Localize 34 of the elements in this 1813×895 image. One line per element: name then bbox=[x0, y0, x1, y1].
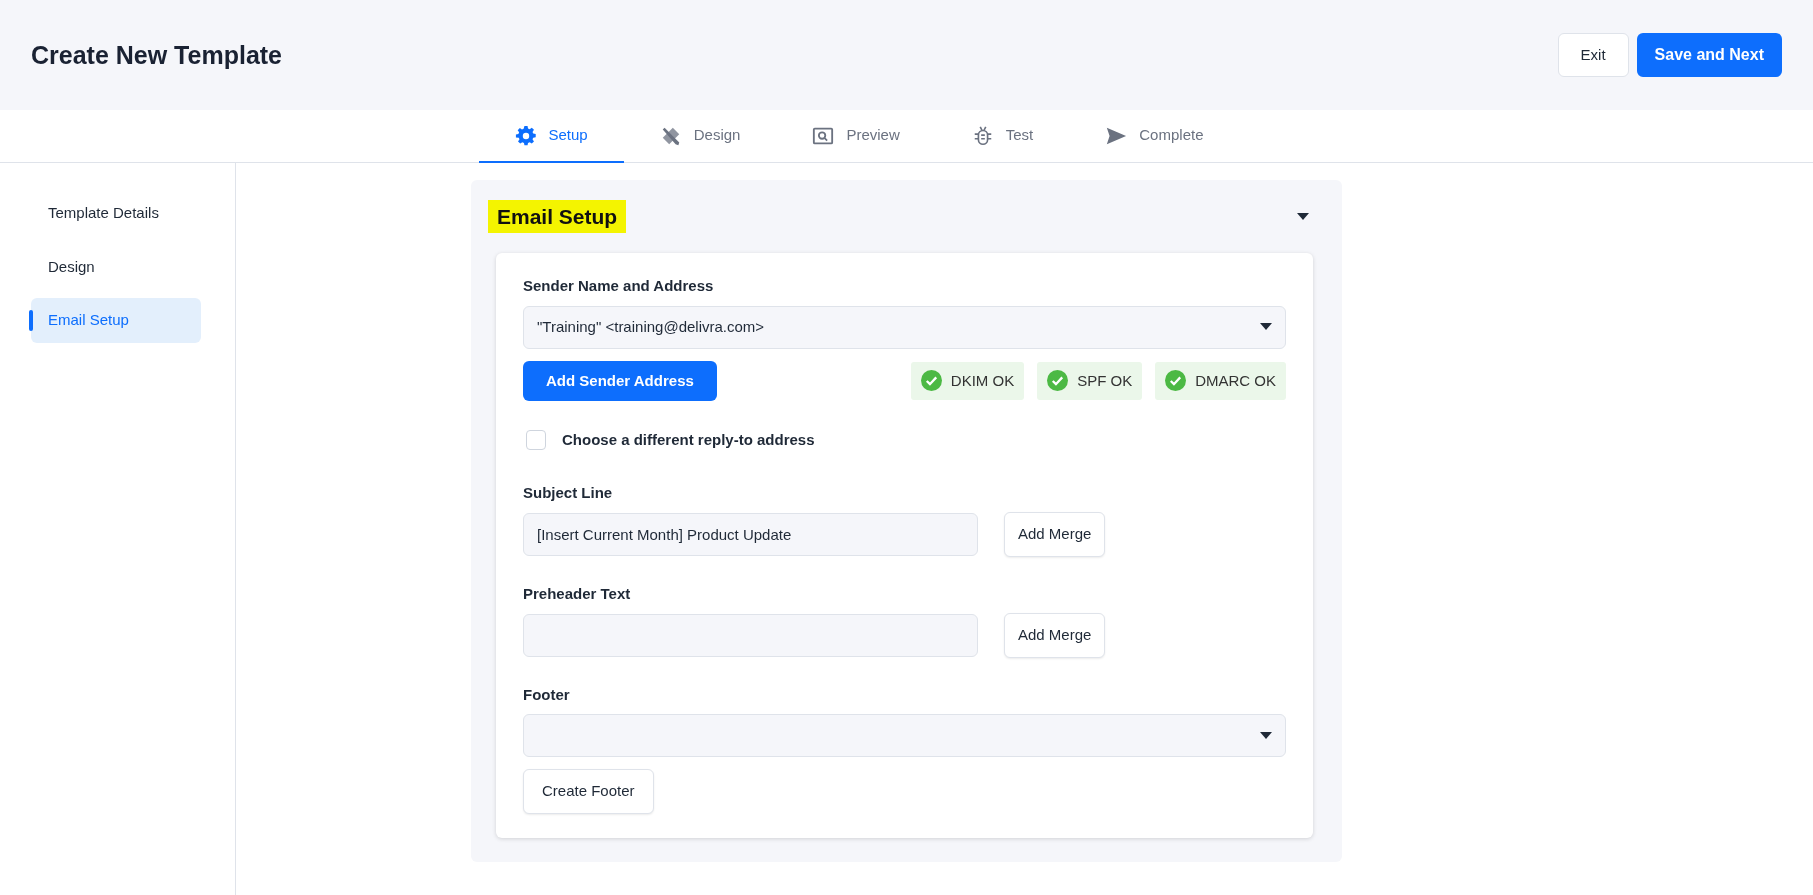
sidebar-item[interactable]: Design bbox=[31, 244, 201, 289]
dropdown-caret-icon bbox=[1260, 731, 1272, 740]
step-tab[interactable]: Preview bbox=[776, 110, 936, 163]
status-badge: SPF OK bbox=[1037, 361, 1143, 401]
step-tab[interactable]: Complete bbox=[1069, 110, 1240, 163]
save-next-button[interactable]: Save and Next bbox=[1636, 32, 1782, 78]
sidebar-item[interactable]: Email Setup bbox=[31, 298, 201, 343]
field-label: Preheader Text bbox=[523, 583, 632, 604]
step-tab[interactable]: Test bbox=[935, 110, 1070, 163]
add-sender-button[interactable]: Add Sender Address bbox=[523, 360, 717, 402]
preheader-field[interactable] bbox=[523, 613, 978, 657]
collapse-caret-icon[interactable] bbox=[1297, 212, 1309, 221]
step-tab[interactable]: Setup bbox=[478, 110, 624, 163]
select-value: "Training" <training@delivra.com> bbox=[537, 316, 765, 337]
checkbox-label: Choose a different reply-to address bbox=[562, 430, 815, 451]
sender-select[interactable]: "Training" <training@delivra.com> bbox=[523, 305, 1286, 349]
section-title: Email Setup bbox=[488, 200, 627, 234]
sidebar-item[interactable]: Template Details bbox=[31, 191, 201, 236]
footer-select[interactable] bbox=[523, 714, 1286, 758]
reply-to-checkbox[interactable] bbox=[526, 430, 546, 451]
add-merge-button[interactable]: Add Merge bbox=[1004, 512, 1106, 557]
page-title: Create New Template bbox=[31, 40, 282, 70]
subject-field[interactable]: [Insert Current Month] Product Update bbox=[523, 512, 978, 556]
field-label: Sender Name and Address bbox=[523, 276, 715, 297]
step-tab[interactable]: Design bbox=[623, 110, 777, 163]
field-label: Subject Line bbox=[523, 482, 614, 503]
gear-icon bbox=[514, 124, 537, 147]
status-badge: DMARC OK bbox=[1155, 361, 1286, 401]
add-merge-button[interactable]: Add Merge bbox=[1004, 613, 1106, 658]
field-label: Footer bbox=[523, 684, 571, 705]
status-badge: DKIM OK bbox=[910, 361, 1025, 401]
create-footer-button[interactable]: Create Footer bbox=[523, 769, 654, 814]
exit-button[interactable]: Exit bbox=[1557, 32, 1629, 78]
dropdown-caret-icon bbox=[1260, 323, 1272, 332]
